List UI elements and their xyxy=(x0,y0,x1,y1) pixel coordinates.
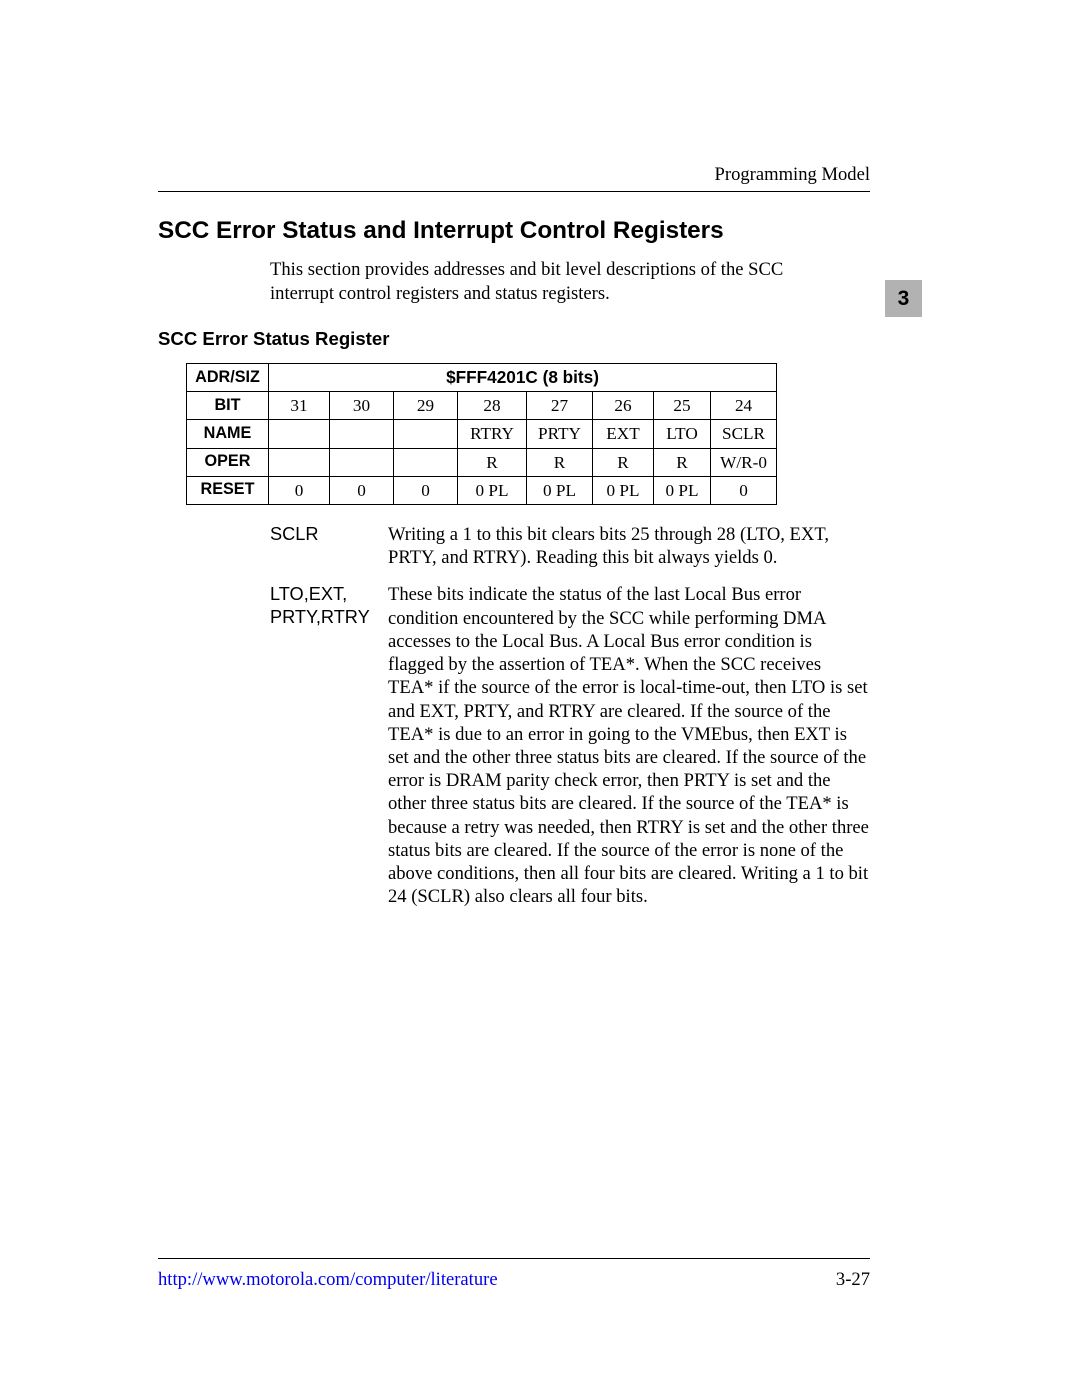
cell: 0 xyxy=(394,476,458,504)
cell xyxy=(330,420,394,448)
cell: 30 xyxy=(330,392,394,420)
footer: http://www.motorola.com/computer/literat… xyxy=(158,1258,870,1292)
chapter-tab: 3 xyxy=(885,280,922,317)
register-table: ADR/SIZ $FFF4201C (8 bits) BIT 31 30 29 … xyxy=(186,363,777,505)
page-number: 3-27 xyxy=(836,1269,870,1292)
row-label: OPER xyxy=(187,448,269,476)
cell xyxy=(394,448,458,476)
table-row: OPER R R R R W/R-0 xyxy=(187,448,777,476)
cell: 0 xyxy=(269,476,330,504)
cell: 0 PL xyxy=(527,476,593,504)
cell: 31 xyxy=(269,392,330,420)
cell: 29 xyxy=(394,392,458,420)
definition-row: LTO,EXT, PRTY,RTRY These bits indicate t… xyxy=(270,583,870,908)
footer-rule xyxy=(158,1258,870,1259)
table-row: ADR/SIZ $FFF4201C (8 bits) xyxy=(187,364,777,392)
page: Programming Model 3 SCC Error Status and… xyxy=(0,0,1080,1397)
definition-term: SCLR xyxy=(270,523,388,569)
cell: LTO xyxy=(654,420,711,448)
cell: 28 xyxy=(458,392,527,420)
cell: EXT xyxy=(593,420,654,448)
cell: R xyxy=(593,448,654,476)
cell: 0 PL xyxy=(458,476,527,504)
cell: 26 xyxy=(593,392,654,420)
footer-link[interactable]: http://www.motorola.com/computer/literat… xyxy=(158,1269,498,1292)
cell: 0 xyxy=(330,476,394,504)
row-label: ADR/SIZ xyxy=(187,364,269,392)
cell: 0 PL xyxy=(593,476,654,504)
definition-body: Writing a 1 to this bit clears bits 25 t… xyxy=(388,523,870,569)
cell: 0 PL xyxy=(654,476,711,504)
cell xyxy=(330,448,394,476)
definitions: SCLR Writing a 1 to this bit clears bits… xyxy=(270,523,870,909)
cell: SCLR xyxy=(711,420,777,448)
cell: R xyxy=(654,448,711,476)
row-label: RESET xyxy=(187,476,269,504)
definition-body: These bits indicate the status of the la… xyxy=(388,583,870,908)
cell xyxy=(269,448,330,476)
cell: W/R-0 xyxy=(711,448,777,476)
cell xyxy=(394,420,458,448)
content: SCC Error Status and Interrupt Control R… xyxy=(158,216,870,923)
cell: 27 xyxy=(527,392,593,420)
cell: 25 xyxy=(654,392,711,420)
adr-siz-value: $FFF4201C (8 bits) xyxy=(269,364,777,392)
cell: 24 xyxy=(711,392,777,420)
cell: R xyxy=(458,448,527,476)
row-label: BIT xyxy=(187,392,269,420)
cell: RTRY xyxy=(458,420,527,448)
table-row: NAME RTRY PRTY EXT LTO SCLR xyxy=(187,420,777,448)
definition-row: SCLR Writing a 1 to this bit clears bits… xyxy=(270,523,870,569)
table-row: RESET 0 0 0 0 PL 0 PL 0 PL 0 PL 0 xyxy=(187,476,777,504)
header-rule xyxy=(158,191,870,192)
cell: R xyxy=(527,448,593,476)
table-row: BIT 31 30 29 28 27 26 25 24 xyxy=(187,392,777,420)
section-intro: This section provides addresses and bit … xyxy=(270,258,800,306)
definition-term: LTO,EXT, PRTY,RTRY xyxy=(270,583,388,908)
section-title: SCC Error Status and Interrupt Control R… xyxy=(158,216,870,246)
cell: PRTY xyxy=(527,420,593,448)
cell: 0 xyxy=(711,476,777,504)
footer-row: http://www.motorola.com/computer/literat… xyxy=(158,1269,870,1292)
cell xyxy=(269,420,330,448)
subsection-title: SCC Error Status Register xyxy=(158,328,870,351)
running-header: Programming Model xyxy=(715,164,870,187)
row-label: NAME xyxy=(187,420,269,448)
